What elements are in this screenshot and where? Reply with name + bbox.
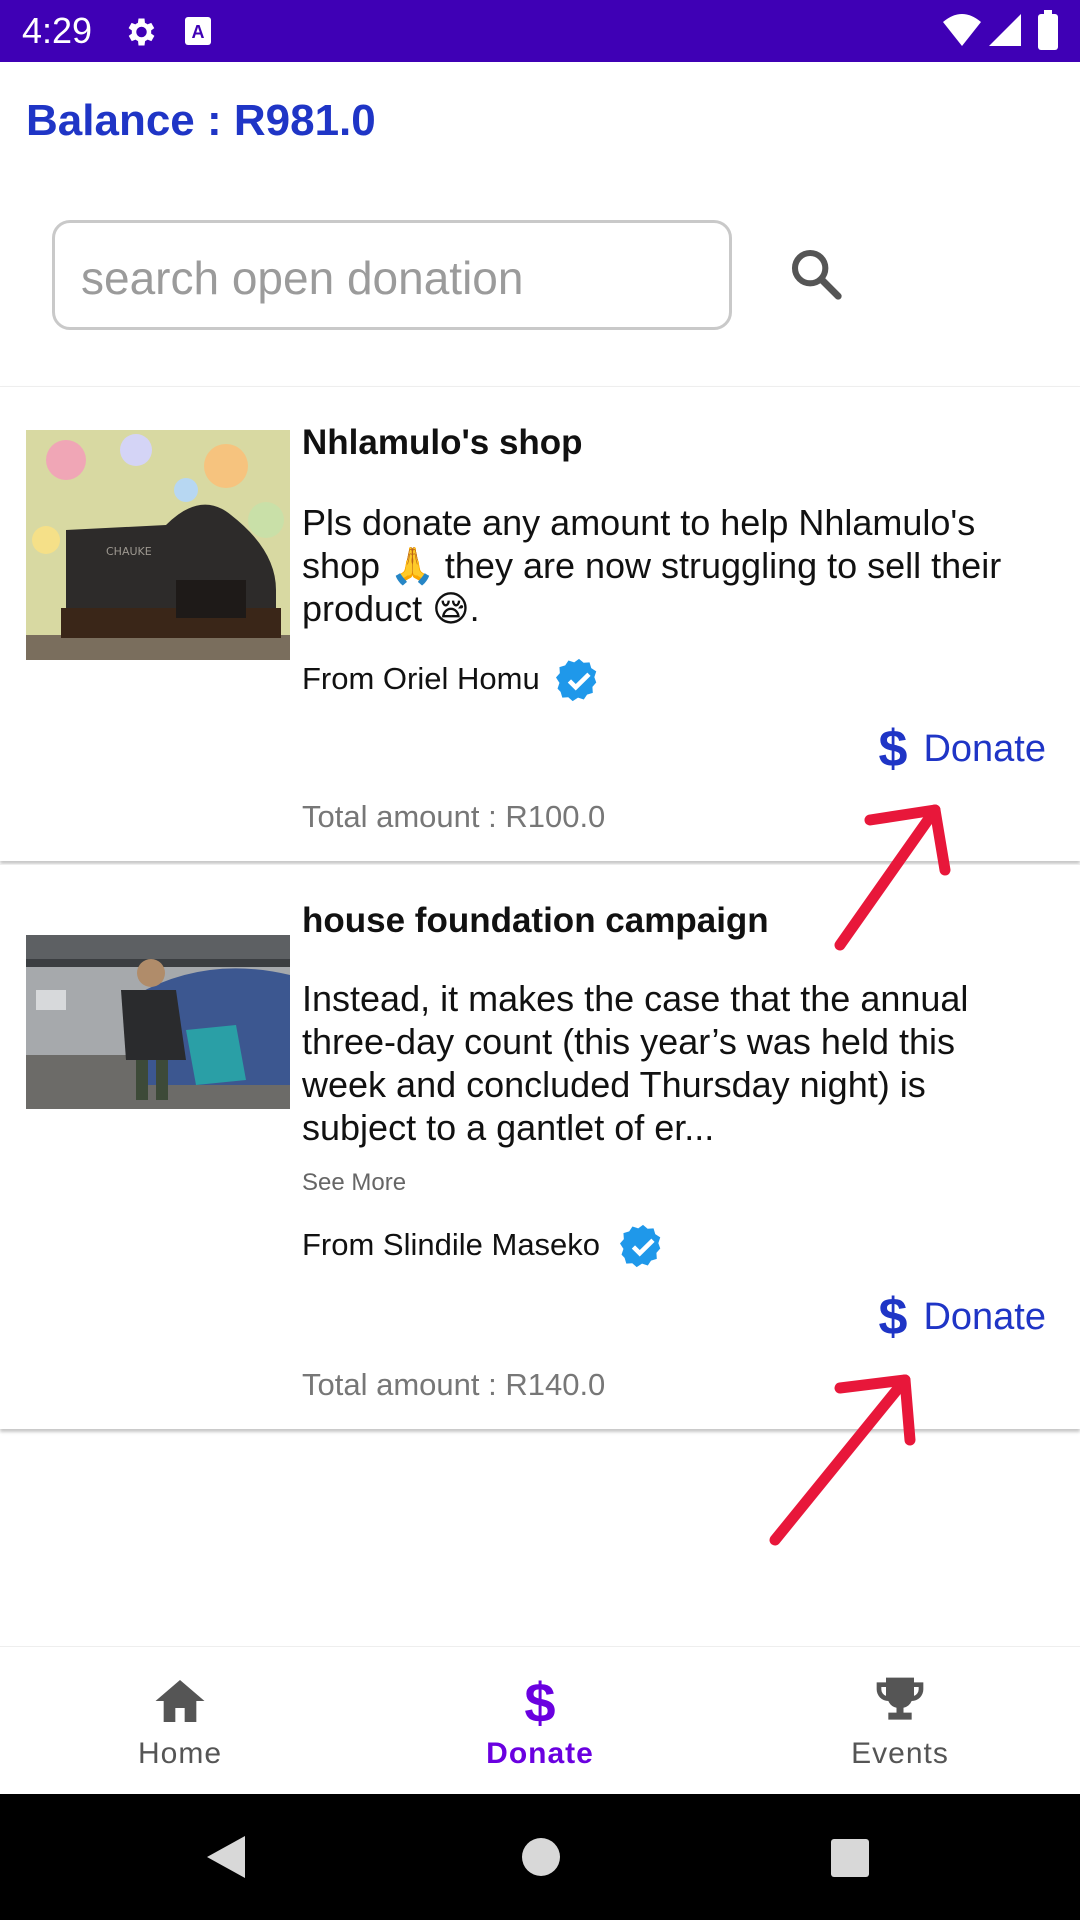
donor-name: From Oriel Homu [302,661,540,696]
homeless-camp-photo [26,935,290,1109]
dollar-icon: $ [878,1288,908,1346]
search-icon[interactable] [788,246,844,302]
home-circle-icon[interactable] [520,1836,562,1878]
search-field[interactable] [52,220,732,330]
nav-label-home: Home [137,1737,223,1770]
donation-card: CHAUKE Nhlamulo's shop Pls donate any am… [0,386,1080,861]
trophy-icon [876,1677,924,1720]
donation-description: Instead, it makes the case that the annu… [302,978,969,1148]
recents-icon[interactable] [830,1838,870,1878]
see-more-link[interactable]: See More [302,1169,406,1197]
svg-text:$: $ [524,1673,555,1729]
nav-item-home[interactable]: Home [0,1647,360,1795]
home-icon [155,1680,205,1722]
donor-name: From Slindile Maseko [302,1227,601,1262]
font-a-icon: A [185,17,211,45]
dollar-icon: $ [878,720,908,778]
nav-item-donate[interactable]: $ Donate [360,1647,720,1795]
total-amount: Total amount : R100.0 [302,799,606,834]
status-time: 4:29 [22,10,93,51]
dollar-icon: $ [524,1673,555,1729]
status-bar: 4:29 A [0,0,1080,62]
donate-button-label: Donate [923,727,1046,770]
donation-card: house foundation campaign Instead, it ma… [0,864,1080,1429]
verified-badge-icon [556,658,597,702]
donation-title: house foundation campaign [302,901,769,940]
cell-signal-icon [989,14,1021,46]
verified-badge-icon [620,1224,661,1268]
gear-icon [128,18,155,46]
total-amount: Total amount : R140.0 [302,1367,606,1402]
back-icon[interactable] [205,1834,247,1880]
donate-button[interactable]: $ Donate [879,1289,1046,1345]
donate-button-label: Donate [923,1295,1046,1338]
battery-icon [1038,10,1058,50]
donation-title: Nhlamulo's shop [302,423,583,462]
bottom-navigation: Home $ Donate Events [0,1646,1080,1795]
nav-label-donate: Donate [486,1737,594,1770]
donation-description: Pls donate any amount to help Nhlamulo's… [302,502,1002,629]
search-input[interactable] [79,247,703,309]
wifi-icon [943,14,981,46]
svg-text:A: A [192,22,205,42]
shoe-photo: CHAUKE [26,430,290,660]
nav-label-events: Events [851,1737,949,1770]
svg-text:CHAUKE: CHAUKE [106,545,152,558]
system-navigation-bar [0,1794,1080,1920]
nav-item-events[interactable]: Events [720,1647,1080,1795]
balance-text: Balance : R981.0 [26,96,376,145]
donate-button[interactable]: $ Donate [879,721,1046,777]
